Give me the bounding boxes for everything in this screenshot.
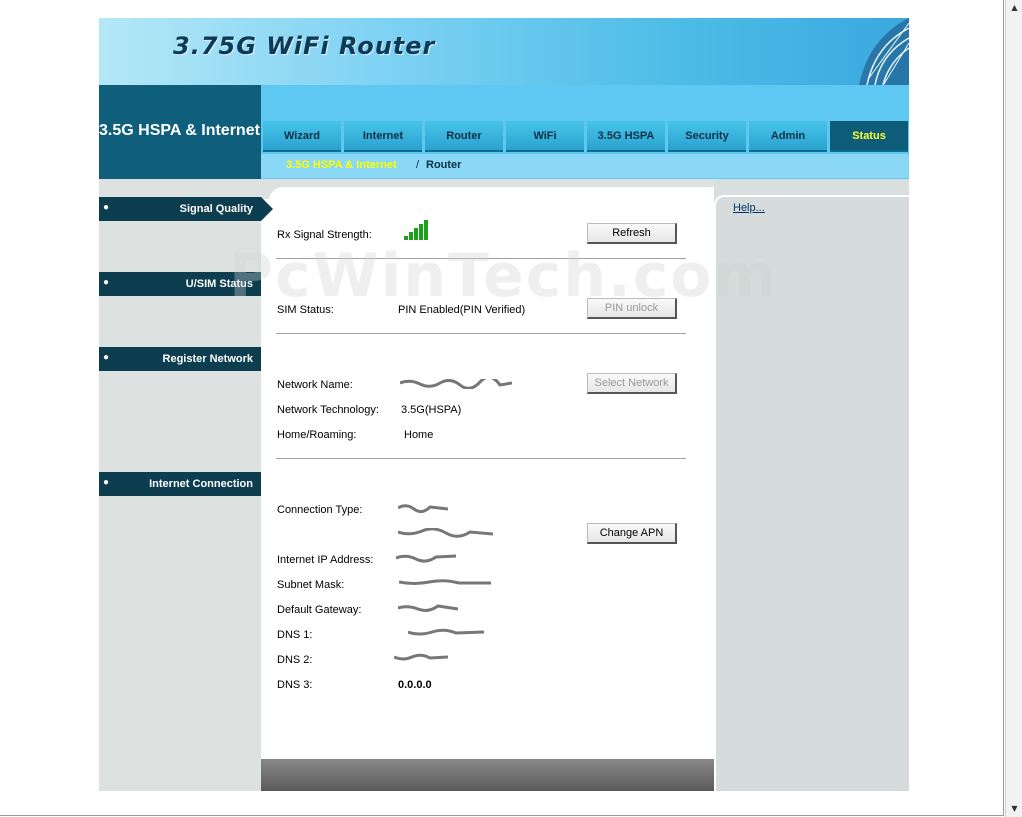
status-panel: Rx Signal Strength: Refresh SIM Status: … bbox=[261, 179, 714, 791]
router-admin-page: 3.75G WiFi Router 3.5G HSPA & Internet W… bbox=[99, 18, 909, 791]
banner-title: 3.75G WiFi Router bbox=[173, 32, 436, 60]
internet-ip-redacted bbox=[396, 554, 456, 563]
divider bbox=[276, 458, 686, 459]
breadcrumb-section[interactable]: 3.5G HSPA & Internet bbox=[286, 159, 397, 171]
main-navigation: Wizard Internet Router WiFi 3.5G HSPA Se… bbox=[261, 85, 909, 179]
pin-unlock-button[interactable]: PIN unlock bbox=[587, 298, 677, 319]
subnet-mask-redacted bbox=[399, 579, 491, 585]
bullet-icon: ● bbox=[103, 352, 110, 363]
satellite-dish-icon bbox=[859, 18, 909, 85]
tab-3-5g-hspa[interactable]: 3.5G HSPA bbox=[587, 121, 665, 152]
sidebar-item-usim-status: ● U/SIM Status bbox=[99, 272, 261, 296]
sidebar-item-label: U/SIM Status bbox=[185, 278, 253, 290]
tab-router[interactable]: Router bbox=[425, 121, 503, 152]
tab-status[interactable]: Status bbox=[830, 121, 908, 152]
connection-type-label: Connection Type: bbox=[277, 504, 363, 516]
internet-ip-label: Internet IP Address: bbox=[277, 554, 374, 566]
connection-type-redacted bbox=[398, 504, 448, 513]
subnet-mask-label: Subnet Mask: bbox=[277, 579, 345, 591]
bullet-icon: ● bbox=[103, 477, 110, 488]
divider bbox=[276, 333, 686, 334]
apn-redacted bbox=[398, 528, 493, 538]
tab-security[interactable]: Security bbox=[668, 121, 746, 152]
sim-status-label: SIM Status: bbox=[277, 304, 334, 316]
scroll-down-icon[interactable]: ▼ bbox=[1006, 801, 1022, 817]
breadcrumb-separator: / bbox=[416, 159, 420, 171]
signal-bars-icon bbox=[404, 220, 428, 240]
sidebar-item-signal-quality: ● Signal Quality bbox=[99, 197, 261, 221]
change-apn-button[interactable]: Change APN bbox=[587, 523, 677, 544]
panel-footer bbox=[261, 759, 714, 791]
tab-wifi[interactable]: WiFi bbox=[506, 121, 584, 152]
product-header: 3.5G HSPA & Internet bbox=[99, 85, 261, 179]
tab-wizard[interactable]: Wizard bbox=[263, 121, 341, 152]
panel-top-corner bbox=[269, 187, 714, 207]
sidebar-item-label: Signal Quality bbox=[179, 203, 253, 215]
sim-status-value: PIN Enabled(PIN Verified) bbox=[398, 304, 526, 316]
network-technology-value: 3.5G(HSPA) bbox=[401, 404, 462, 416]
tab-admin[interactable]: Admin bbox=[749, 121, 827, 152]
breadcrumb-current-page: Router bbox=[426, 159, 462, 171]
default-gateway-redacted bbox=[398, 604, 458, 612]
sidebar: ● Signal Quality ● U/SIM Status ● Regist… bbox=[99, 179, 261, 791]
vertical-scrollbar[interactable]: ▲ ▼ bbox=[1005, 0, 1022, 817]
sidebar-item-label: Internet Connection bbox=[149, 478, 253, 490]
bullet-icon: ● bbox=[103, 277, 110, 288]
refresh-button[interactable]: Refresh bbox=[587, 223, 677, 244]
sidebar-item-register-network: ● Register Network bbox=[99, 347, 261, 371]
dns2-redacted bbox=[394, 653, 448, 661]
breadcrumb: 3.5G HSPA & Internet / Router bbox=[261, 154, 909, 178]
dns3-value: 0.0.0.0 bbox=[398, 679, 432, 691]
scroll-up-icon[interactable]: ▲ bbox=[1006, 0, 1022, 16]
pointer-arrow-icon bbox=[261, 197, 273, 221]
home-roaming-value: Home bbox=[404, 429, 434, 441]
dns3-label: DNS 3: bbox=[277, 679, 313, 691]
help-panel: Help... bbox=[714, 179, 909, 791]
product-name: 3.5G HSPA & Internet bbox=[99, 122, 260, 139]
divider bbox=[276, 258, 686, 259]
dns1-label: DNS 1: bbox=[277, 629, 313, 641]
network-technology-label: Network Technology: bbox=[277, 404, 379, 416]
signal-strength-label: Rx Signal Strength: bbox=[277, 229, 372, 241]
sidebar-item-label: Register Network bbox=[162, 353, 253, 365]
dns1-redacted bbox=[408, 628, 484, 636]
sidebar-item-internet-connection: ● Internet Connection bbox=[99, 472, 261, 496]
network-name-label: Network Name: bbox=[277, 379, 353, 391]
dns2-label: DNS 2: bbox=[277, 654, 313, 666]
home-roaming-label: Home/Roaming: bbox=[277, 429, 357, 441]
help-panel-body bbox=[714, 195, 909, 791]
bullet-icon: ● bbox=[103, 202, 110, 213]
header-banner: 3.75G WiFi Router bbox=[99, 18, 909, 85]
help-link[interactable]: Help... bbox=[733, 202, 765, 214]
tab-internet[interactable]: Internet bbox=[344, 121, 422, 152]
default-gateway-label: Default Gateway: bbox=[277, 604, 362, 616]
select-network-button[interactable]: Select Network bbox=[587, 373, 677, 394]
network-name-redacted bbox=[400, 379, 512, 389]
